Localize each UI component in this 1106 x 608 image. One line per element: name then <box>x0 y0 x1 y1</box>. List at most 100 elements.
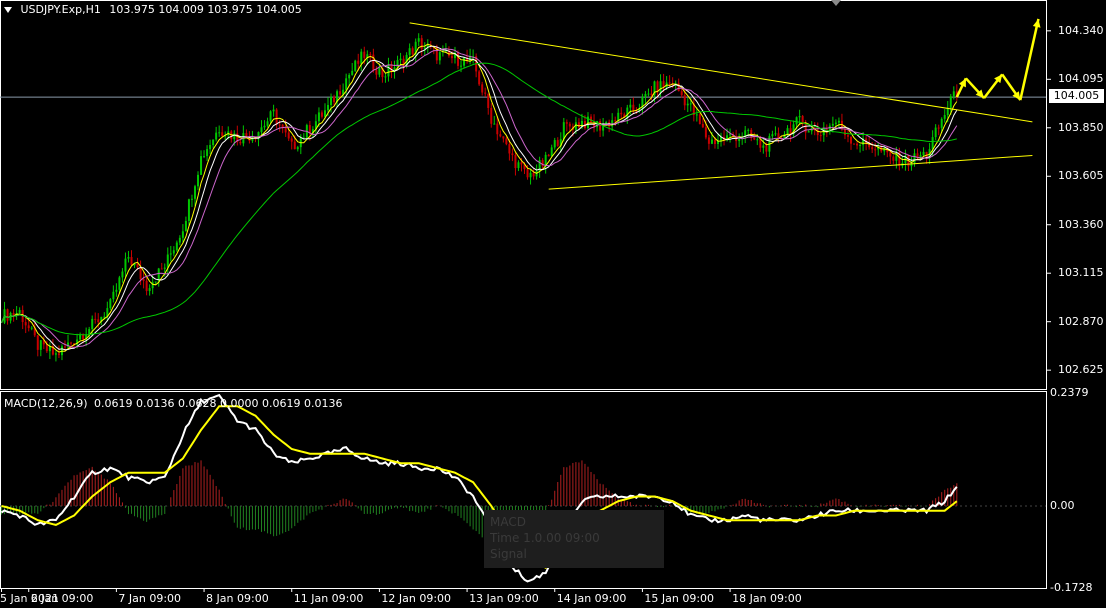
candle-body <box>680 91 683 96</box>
candle-body <box>24 322 27 326</box>
candle-body <box>330 96 333 105</box>
candle-body <box>771 134 774 137</box>
ma-fast-line <box>1 43 958 353</box>
candle-body <box>30 327 33 329</box>
candle-body <box>952 91 955 97</box>
candle-body <box>70 342 73 344</box>
candle-body <box>786 128 789 135</box>
candle-body <box>82 334 85 340</box>
candle-body <box>399 58 402 61</box>
candle-body <box>949 96 952 108</box>
candle-body <box>166 254 169 268</box>
candle-body <box>12 312 15 315</box>
candle-body <box>614 120 617 122</box>
candle-body <box>892 156 895 161</box>
ma-mid-line <box>1 45 958 351</box>
candle-body <box>943 115 946 119</box>
candle-body <box>487 93 490 108</box>
candle-body <box>659 81 662 93</box>
candle-body <box>218 132 221 134</box>
candle-body <box>562 122 565 140</box>
candle-body <box>490 107 493 124</box>
time-tick-label: 7 Jan 09:00 <box>118 592 182 605</box>
candle-body <box>200 156 203 175</box>
candle-body <box>547 154 550 157</box>
candle-body <box>97 319 100 323</box>
candle-body <box>756 139 759 141</box>
candle-body <box>762 145 765 148</box>
candle-body <box>320 112 323 117</box>
candle-body <box>493 123 496 125</box>
candle-body <box>843 129 846 136</box>
candle-body <box>511 153 514 156</box>
ohlc-values: 103.975 104.009 103.975 104.005 <box>109 3 302 16</box>
candle-body <box>701 123 704 128</box>
candle-body <box>178 237 181 243</box>
candle-body <box>626 107 629 118</box>
candle-body <box>209 145 212 150</box>
macd-values: 0.0619 0.0136 0.0628 0.0000 0.0619 0.013… <box>94 397 343 410</box>
candle-body <box>850 136 853 144</box>
signal-line <box>1 405 958 569</box>
candle-body <box>632 104 635 111</box>
candle-body <box>807 131 810 133</box>
candle-body <box>148 288 151 292</box>
candle-body <box>804 123 807 133</box>
candle-body <box>193 186 196 199</box>
candle-body <box>668 82 671 84</box>
candle-body <box>620 112 623 115</box>
candle-body <box>45 344 48 352</box>
candle-body <box>163 267 166 269</box>
candle-body <box>142 279 145 281</box>
candle-body <box>713 139 716 144</box>
candle-body <box>233 133 236 140</box>
candle-body <box>710 139 713 144</box>
chart-shift-marker-icon[interactable] <box>831 0 841 6</box>
current-price-tag: 104.005 <box>1049 89 1104 103</box>
candle-body <box>520 162 523 165</box>
time-tick-label: 6 Jan 09:00 <box>30 592 94 605</box>
candle-body <box>124 258 127 272</box>
candle-body <box>753 137 756 140</box>
candle-body <box>871 147 874 150</box>
candle-body <box>689 103 692 105</box>
candle-body <box>846 135 849 137</box>
dropdown-triangle-icon[interactable] <box>4 7 12 13</box>
candle-body <box>284 127 287 133</box>
candle-body <box>190 198 193 200</box>
candle-body <box>798 116 801 118</box>
candle-body <box>698 114 701 124</box>
data-window-overlay: MACD Time 1.0.00 09:00 Signal <box>484 510 664 568</box>
candle-body <box>187 199 190 221</box>
candle-body <box>387 64 390 77</box>
candle-body <box>517 162 520 169</box>
candle-body <box>629 104 632 108</box>
candle-body <box>63 346 66 348</box>
candle-body <box>221 132 224 136</box>
candle-body <box>478 71 481 85</box>
trendline-1 <box>409 22 1033 123</box>
time-tick-label: 14 Jan 09:00 <box>556 592 627 605</box>
time-tick-label: 12 Jan 09:00 <box>381 592 452 605</box>
candle-body <box>683 95 686 106</box>
candle-body <box>396 60 399 68</box>
candle-body <box>184 220 187 232</box>
macd-label: MACD(12,26,9) <box>4 397 88 410</box>
candle-body <box>774 133 777 135</box>
candle-body <box>686 103 689 106</box>
candle-body <box>79 334 82 340</box>
candle-body <box>136 263 139 268</box>
macd-tick-label: 0.00 <box>1050 498 1075 512</box>
candle-body <box>856 143 859 146</box>
candle-body <box>650 93 653 96</box>
candle-body <box>323 110 326 117</box>
candle-body <box>853 143 856 145</box>
price-tick-label: 103.115 <box>1058 266 1104 280</box>
candle-body <box>759 139 762 148</box>
time-tick-label: 13 Jan 09:00 <box>469 592 539 605</box>
candle-body <box>795 117 798 125</box>
candle-body <box>293 141 296 150</box>
candle-body <box>831 123 834 126</box>
candle-body <box>327 104 330 111</box>
candle-body <box>269 111 272 122</box>
